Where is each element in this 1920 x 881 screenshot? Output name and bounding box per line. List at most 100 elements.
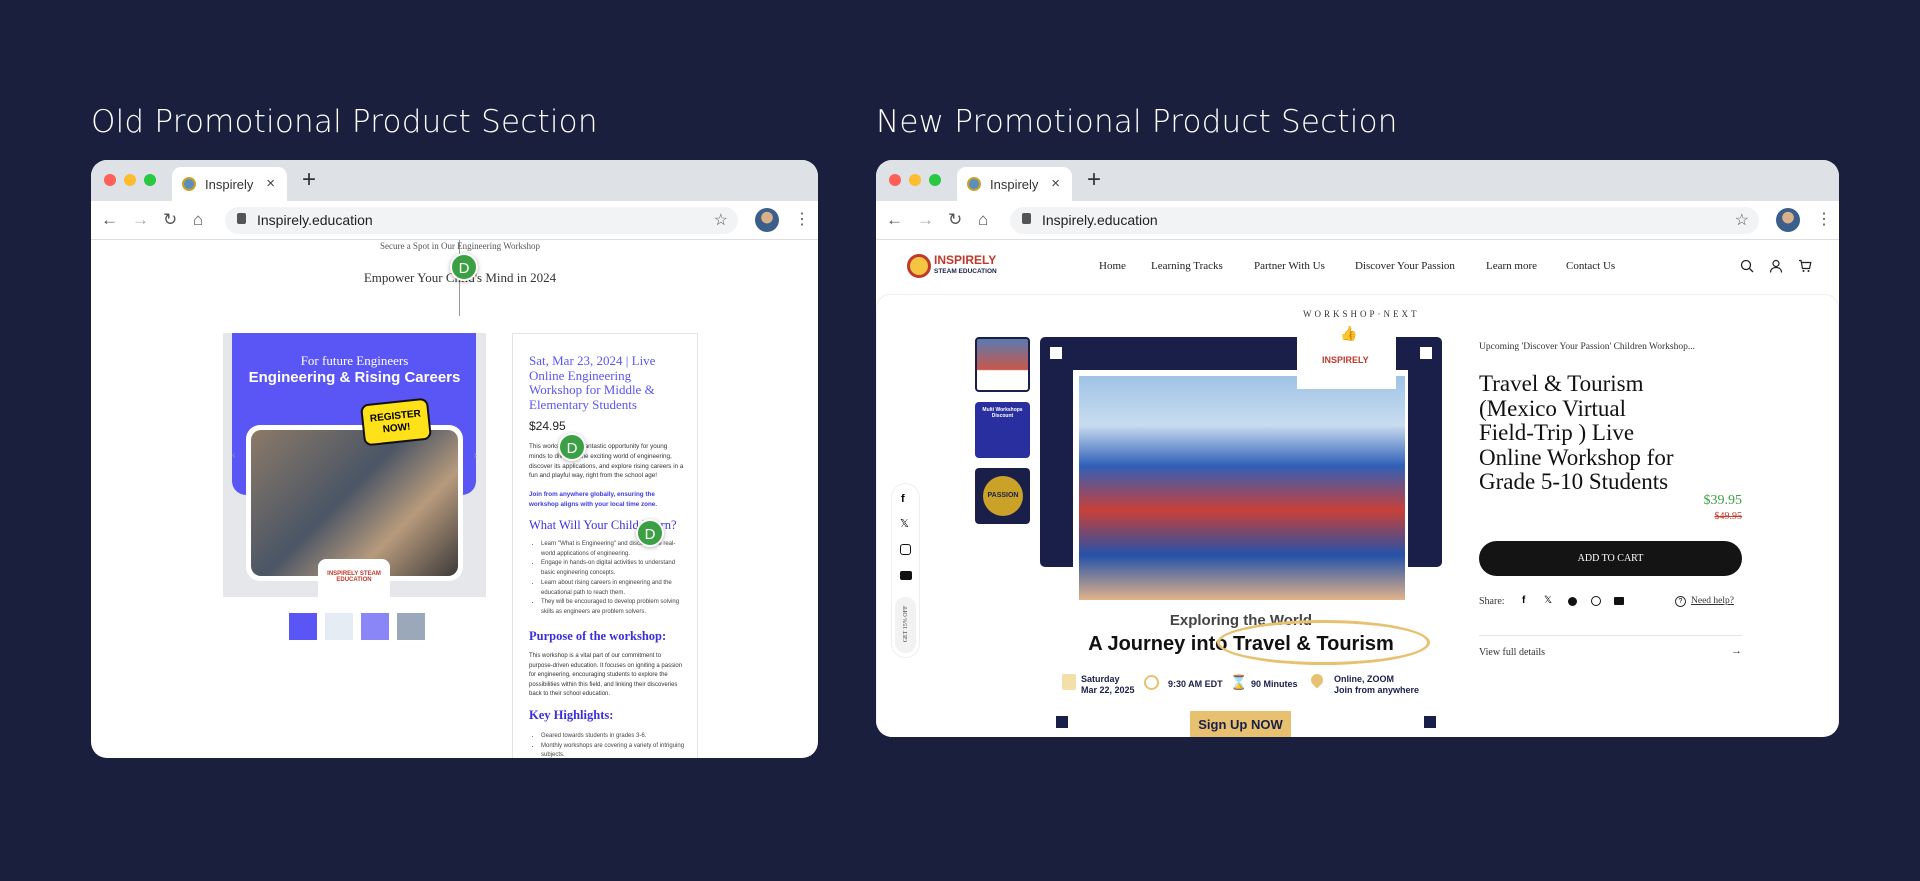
browser-menu-icon[interactable]: ⋮ — [1816, 209, 1832, 229]
need-help-link[interactable]: Need help? — [1691, 596, 1734, 606]
search-icon[interactable] — [1740, 259, 1754, 273]
event-location-value: Online, ZOOM — [1334, 674, 1394, 684]
old-browser-window: Inspirely × + ← → ↻ ⌂ Inspirely.educatio… — [91, 160, 818, 758]
minimize-window-button[interactable] — [909, 174, 921, 186]
prev-image-icon[interactable]: ‹ — [232, 450, 235, 461]
browser-tab[interactable]: Inspirely × — [172, 167, 287, 203]
share-x-icon[interactable]: 𝕏 — [1544, 595, 1552, 606]
list-item: They will be encouraged to develop probl… — [541, 598, 686, 617]
url-text: Inspirely.education — [257, 212, 373, 228]
thumbnail-2[interactable] — [325, 613, 353, 640]
tab-title: Inspirely — [990, 177, 1039, 192]
profile-avatar[interactable] — [1776, 208, 1800, 232]
profile-avatar[interactable] — [755, 208, 779, 232]
back-icon[interactable]: ← — [101, 210, 118, 230]
maximize-window-button[interactable] — [144, 174, 156, 186]
new-tab-button[interactable]: + — [1087, 166, 1101, 194]
new-section-heading: New Promotional Product Section — [876, 104, 1398, 140]
instagram-icon[interactable] — [900, 544, 911, 555]
nav-discover-your-passion[interactable]: Discover Your Passion — [1355, 260, 1455, 272]
nav-contact-us[interactable]: Contact Us — [1566, 260, 1615, 272]
learn-list: Learn "What is Engineering" and discover… — [541, 540, 686, 618]
poster-corner — [1424, 716, 1436, 728]
minimize-window-button[interactable] — [124, 174, 136, 186]
product-eyebrow: Upcoming 'Discover Your Passion' Childre… — [1479, 342, 1695, 352]
sign-up-now-button[interactable]: Sign Up NOW — [1190, 711, 1291, 737]
share-email-icon[interactable] — [1614, 597, 1624, 605]
cart-icon[interactable] — [1798, 259, 1812, 273]
thumbnail-3[interactable] — [361, 613, 389, 640]
youtube-icon[interactable] — [900, 571, 912, 580]
event-time: 9:30 AM EDT — [1168, 679, 1223, 689]
list-item: Monthly workshops are covering a variety… — [541, 742, 686, 758]
bookmark-star-icon[interactable]: ☆ — [714, 210, 728, 230]
reload-icon[interactable]: ↻ — [163, 210, 177, 230]
thumbnail-4[interactable] — [397, 613, 425, 640]
thumbnail-1[interactable] — [289, 613, 317, 640]
nav-learn-more[interactable]: Learn more — [1486, 260, 1537, 272]
share-whatsapp-icon[interactable] — [1591, 596, 1601, 606]
product-image[interactable]: For future Engineers Engineering & Risin… — [223, 333, 486, 597]
browser-menu-icon[interactable]: ⋮ — [794, 209, 810, 229]
site-logo-name[interactable]: INSPIRELY — [934, 253, 996, 267]
product-price: $39.95 — [1703, 493, 1743, 508]
product-title: Travel & Tourism (Mexico Virtual Field-T… — [1479, 371, 1674, 494]
event-location: Online, ZOOM Join from anywhere — [1334, 674, 1419, 696]
poster-corner — [1056, 716, 1068, 728]
new-tab-button[interactable]: + — [302, 166, 316, 194]
clock-icon — [1144, 675, 1159, 690]
frame-corner — [1420, 347, 1432, 359]
add-to-cart-button[interactable]: ADD TO CART — [1479, 541, 1742, 576]
tab-title: Inspirely — [205, 177, 254, 192]
close-tab-icon[interactable]: × — [1051, 175, 1060, 192]
maximize-window-button[interactable] — [929, 174, 941, 186]
facebook-icon[interactable]: f — [901, 493, 905, 505]
lock-icon — [1022, 213, 1031, 224]
help-icon: ? — [1675, 596, 1686, 607]
home-icon[interactable]: ⌂ — [978, 210, 988, 230]
intro-text: This workshop is a fantastic opportunity… — [529, 443, 684, 480]
close-window-button[interactable] — [104, 174, 116, 186]
x-icon[interactable]: 𝕏 — [900, 517, 909, 530]
address-bar-row: ← → ↻ ⌂ Inspirely.education ☆ ⋮ — [91, 201, 818, 240]
view-full-details-link[interactable]: View full details — [1479, 647, 1545, 658]
browser-tab[interactable]: Inspirely × — [957, 167, 1072, 203]
product-poster[interactable]: Exploring the World A Journey into Trave… — [1040, 337, 1442, 737]
divider — [1479, 635, 1742, 636]
lock-icon — [237, 213, 246, 224]
next-image-icon[interactable]: › — [474, 450, 477, 461]
site-logo-sub: STEAM EDUCATION — [934, 268, 997, 275]
share-pinterest-icon[interactable] — [1568, 597, 1577, 606]
product-title: Sat, Mar 23, 2024 | Live Online Engineer… — [529, 353, 656, 412]
url-input[interactable]: Inspirely.education ☆ — [225, 207, 738, 234]
address-bar-row: ← → ↻ ⌂ Inspirely.education ☆ ⋮ — [876, 201, 1839, 240]
thumbnail-3[interactable]: PASSION — [975, 468, 1030, 524]
reload-icon[interactable]: ↻ — [948, 210, 962, 230]
nav-learning-tracks[interactable]: Learning Tracks — [1151, 260, 1223, 272]
nav-partner-with-us[interactable]: Partner With Us — [1254, 260, 1325, 272]
discount-tab[interactable]: GET 15% OFF — [895, 597, 916, 653]
back-icon[interactable]: ← — [886, 210, 903, 230]
arrow-right-icon[interactable]: → — [1731, 645, 1742, 657]
url-text: Inspirely.education — [1042, 212, 1158, 228]
bookmark-star-icon[interactable]: ☆ — [1735, 210, 1749, 230]
favicon-icon — [182, 177, 196, 191]
close-tab-icon[interactable]: × — [266, 175, 275, 192]
thumbnail-1[interactable] — [975, 337, 1030, 392]
product-details-card: Sat, Mar 23, 2024 | Live Online Engineer… — [512, 333, 698, 758]
share-facebook-icon[interactable]: f — [1522, 595, 1525, 606]
engineer-photo — [251, 430, 458, 576]
home-icon[interactable]: ⌂ — [193, 210, 203, 230]
product-price: $24.95 — [529, 419, 566, 433]
forward-icon[interactable]: → — [917, 210, 934, 230]
account-icon[interactable] — [1769, 259, 1783, 273]
nav-home[interactable]: Home — [1099, 260, 1126, 272]
forward-icon[interactable]: → — [132, 210, 149, 230]
discount-label: GET 15% OFF — [903, 605, 909, 643]
site-logo-icon[interactable] — [907, 254, 931, 278]
inspirely-logo: INSPIRELY STEAM EDUCATION — [318, 559, 390, 597]
thumbnail-2[interactable]: Multi Workshops Discount — [975, 402, 1030, 458]
join-note: Join from anywhere globally, ensuring th… — [529, 491, 658, 508]
close-window-button[interactable] — [889, 174, 901, 186]
url-input[interactable]: Inspirely.education ☆ — [1010, 207, 1759, 234]
